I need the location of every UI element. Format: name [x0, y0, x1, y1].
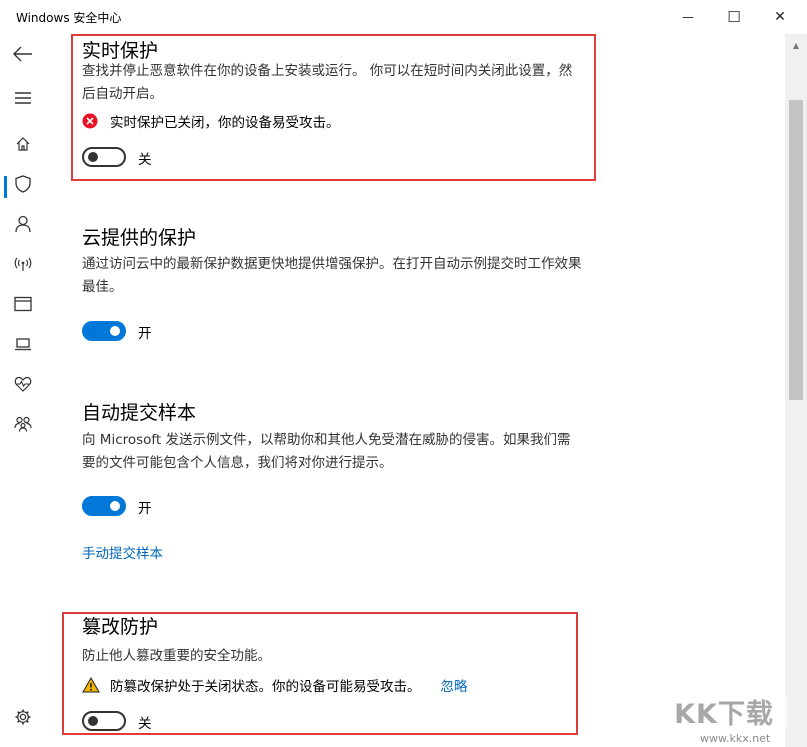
vertical-scrollbar[interactable]: ▲: [785, 34, 807, 747]
main-content: 实时保护 查找并停止恶意软件在你的设备上安装或运行。 你可以在短时间内关闭此设置…: [46, 34, 784, 747]
manual-submit-sample-link[interactable]: 手动提交样本: [82, 542, 163, 562]
sidebar-item-family[interactable]: [0, 404, 46, 444]
back-button[interactable]: [0, 34, 46, 74]
cloud-toggle-label: 开: [138, 326, 152, 342]
maximize-button[interactable]: ☐: [711, 0, 757, 34]
sample-submission-desc: 向 Microsoft 发送示例文件，以帮助你和其他人免受潜在威胁的侵害。如果我…: [82, 432, 571, 471]
minimize-button[interactable]: —: [665, 0, 711, 34]
warning-icon: [82, 677, 100, 693]
realtime-status-row: 实时保护已关闭，你的设备易受攻击。: [82, 111, 340, 131]
sample-submission-toggle[interactable]: [82, 496, 126, 516]
back-arrow-icon: [13, 46, 32, 62]
window-title: Windows 安全中心: [16, 11, 122, 25]
realtime-protection-toggle[interactable]: [82, 147, 126, 167]
realtime-status-text: 实时保护已关闭，你的设备易受攻击。: [110, 115, 340, 131]
sample-toggle-label: 开: [138, 501, 152, 517]
heart-pulse-icon: [14, 376, 32, 392]
sidebar-item-settings[interactable]: [0, 697, 46, 737]
sidebar: [0, 34, 46, 747]
watermark-url: www.kkx.net: [700, 732, 771, 745]
family-icon: [14, 416, 32, 432]
minimize-icon: —: [682, 10, 694, 24]
sidebar-item-device-health[interactable]: [0, 364, 46, 404]
error-icon: [82, 113, 98, 129]
menu-button[interactable]: [0, 78, 46, 118]
home-icon: [16, 137, 30, 151]
cloud-protection-desc: 通过访问云中的最新保护数据更快地提供增强保护。在打开自动示例提交时工作效果最佳。: [82, 256, 582, 295]
realtime-toggle-label: 关: [138, 152, 152, 168]
scroll-up-icon[interactable]: ▲: [785, 36, 807, 54]
sidebar-item-device-security[interactable]: [0, 324, 46, 364]
realtime-protection-desc: 查找并停止恶意软件在你的设备上安装或运行。 你可以在短时间内关闭此设置，然后自动…: [82, 63, 573, 102]
scroll-thumb[interactable]: [789, 100, 803, 400]
tamper-protection-toggle[interactable]: [82, 711, 126, 731]
watermark-logo-text: KK下载: [674, 698, 774, 730]
hamburger-menu-icon: [15, 92, 31, 104]
title-bar: Windows 安全中心 — ☐ ✕: [0, 0, 807, 34]
dismiss-link[interactable]: 忽略: [441, 675, 468, 695]
wifi-antenna-icon: [14, 257, 32, 271]
laptop-icon: [15, 338, 31, 351]
shield-icon: [15, 175, 31, 193]
realtime-protection-title: 实时保护: [82, 40, 159, 62]
person-icon: [15, 215, 31, 233]
tamper-protection-title: 篡改防护: [82, 616, 159, 638]
tamper-status-text: 防篡改保护处于关闭状态。你的设备可能易受攻击。: [110, 679, 421, 695]
sidebar-item-app-browser[interactable]: [0, 284, 46, 324]
tamper-toggle-label: 关: [138, 716, 152, 732]
tamper-status-row: 防篡改保护处于关闭状态。你的设备可能易受攻击。 忽略: [82, 675, 468, 695]
sample-submission-title: 自动提交样本: [82, 402, 197, 424]
sidebar-item-firewall[interactable]: [0, 244, 46, 284]
sidebar-item-account[interactable]: [0, 204, 46, 244]
close-icon: ✕: [774, 9, 786, 25]
tamper-protection-desc: 防止他人篡改重要的安全功能。: [82, 648, 271, 664]
cloud-protection-toggle[interactable]: [82, 321, 126, 341]
close-button[interactable]: ✕: [757, 0, 803, 34]
sidebar-item-home[interactable]: [0, 124, 46, 164]
settings-gear-icon: [15, 709, 31, 725]
cloud-protection-title: 云提供的保护: [82, 227, 197, 249]
watermark-logo: KK下载 www.kkx.net: [660, 690, 790, 747]
app-browser-icon: [14, 296, 32, 312]
maximize-icon: ☐: [727, 8, 741, 26]
sidebar-item-virus-protection[interactable]: [0, 164, 46, 204]
